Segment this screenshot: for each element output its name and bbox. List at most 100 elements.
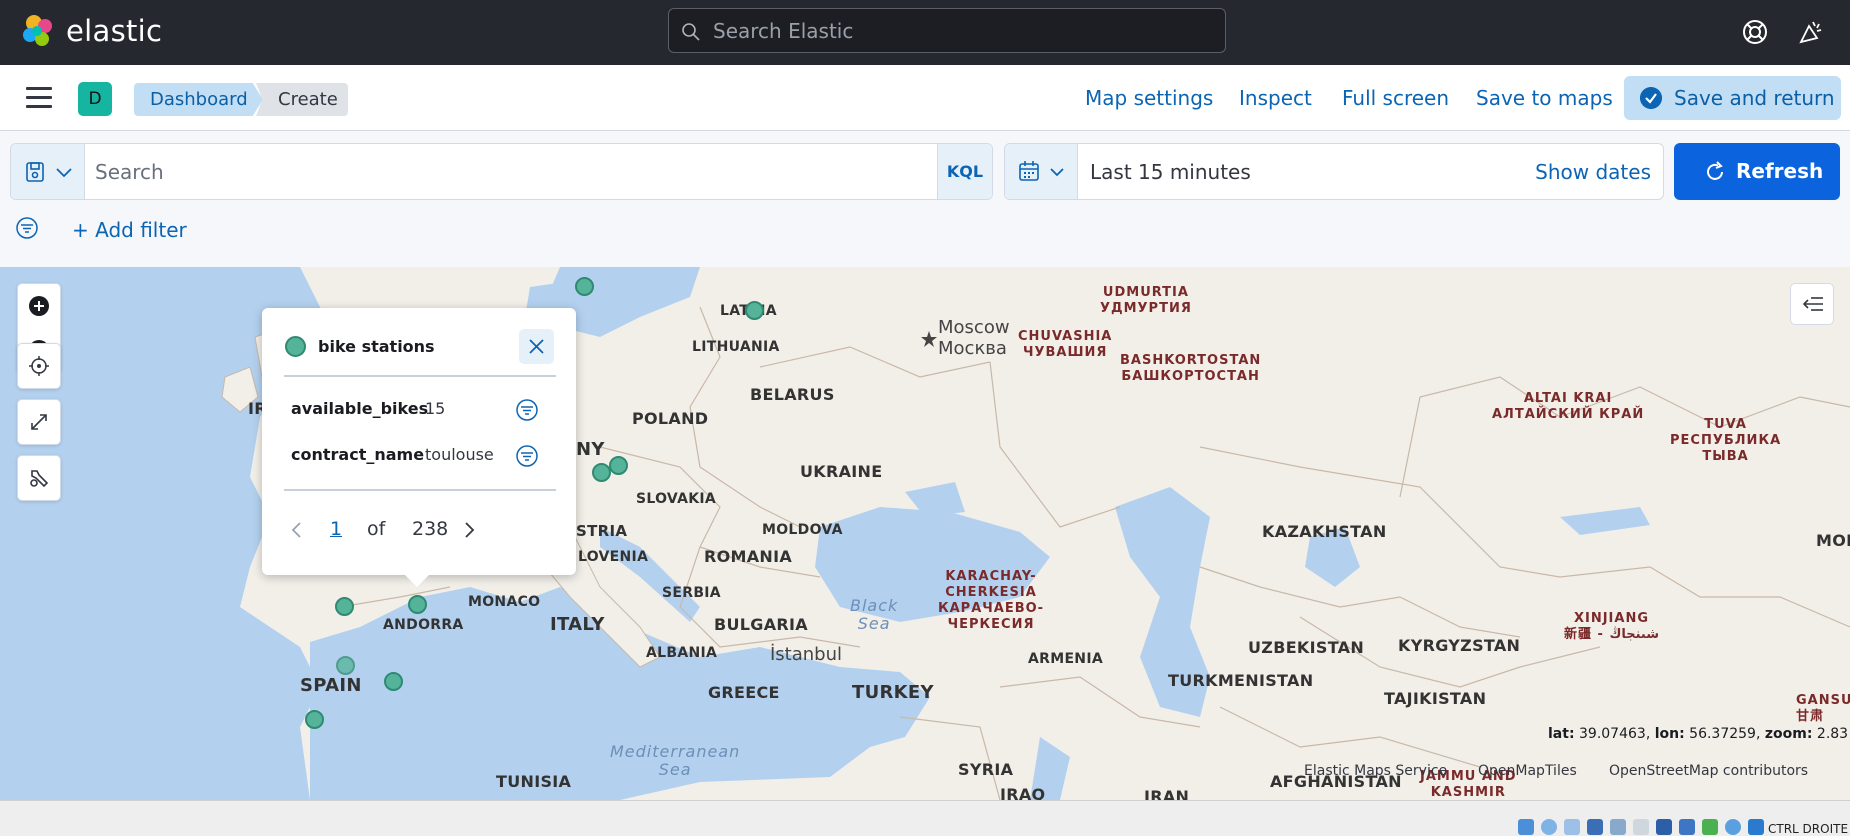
page-of-label: of (367, 518, 386, 540)
fit-to-data-button[interactable] (18, 400, 60, 444)
feature-tooltip: bike stations available_bikes 15 contrac… (262, 308, 576, 587)
label-syria: SYRIA (958, 760, 1014, 779)
label-turkey: TURKEY (852, 682, 934, 703)
tray-icon[interactable] (1587, 819, 1603, 835)
quick-menu-button[interactable] (1005, 144, 1078, 199)
tray-icon[interactable] (1541, 819, 1557, 835)
full-screen-link[interactable]: Full screen (1342, 86, 1449, 110)
chevron-left-icon[interactable] (290, 521, 304, 539)
menu-icon[interactable] (26, 87, 52, 109)
map-point[interactable] (336, 656, 355, 675)
tray-icon[interactable] (1564, 819, 1580, 835)
label-slovenia-partial: LOVENIA (578, 549, 649, 565)
label-mongolia-partial: MON (1816, 531, 1850, 550)
label-chuvashia: CHUVASHIA ЧУВАШИЯ (1018, 329, 1113, 360)
attribution-ems[interactable]: Elastic Maps Service (1304, 763, 1447, 779)
breadcrumb-dashboard[interactable]: Dashboard (134, 83, 263, 116)
label-greece: GREECE (708, 683, 780, 702)
zoom-in-button[interactable] (18, 284, 60, 328)
map-point[interactable] (335, 597, 354, 616)
field-value: toulouse (425, 445, 494, 464)
label-serbia: SERBIA (662, 585, 721, 601)
refresh-button[interactable]: Refresh (1674, 143, 1840, 200)
host-taskbar: CTRL DROITE (0, 800, 1850, 836)
query-input[interactable] (95, 144, 935, 199)
label-germany-partial: NY (576, 439, 605, 460)
label-austria-partial: STRIA (576, 522, 628, 540)
inspect-link[interactable]: Inspect (1239, 86, 1312, 110)
tray-icon[interactable] (1679, 819, 1695, 835)
global-search-input[interactable] (713, 9, 1213, 52)
chevron-right-icon[interactable] (462, 521, 476, 539)
brand-name[interactable]: elastic (66, 14, 162, 48)
tools-button[interactable] (18, 456, 60, 500)
tray-icon[interactable] (1518, 819, 1534, 835)
label-tunisia: TUNISIA (496, 772, 572, 791)
breadcrumb-create: Create (256, 83, 348, 116)
add-filter-button[interactable]: + Add filter (72, 218, 187, 242)
tooltip-layer-name: bike stations (318, 337, 435, 356)
filter-icon[interactable] (515, 444, 539, 468)
map-point[interactable] (408, 595, 427, 614)
label-ukraine: UKRAINE (800, 462, 883, 481)
label-poland: POLAND (632, 409, 709, 428)
label-kyrgyzstan: KYRGYZSTAN (1398, 636, 1521, 655)
wrench-icon (30, 470, 49, 488)
tray-icon[interactable] (1748, 819, 1764, 835)
tools-control (17, 455, 61, 501)
label-spain: SPAIN (300, 675, 362, 696)
locate-control (17, 343, 61, 389)
attribution-openmaptiles[interactable]: OpenMapTiles (1478, 763, 1577, 779)
label-kazakhstan: KAZAKHSTAN (1262, 522, 1387, 541)
map-point[interactable] (609, 456, 628, 475)
space-avatar[interactable]: D (78, 82, 112, 116)
show-dates-link[interactable]: Show dates (1535, 160, 1651, 184)
layer-control-button[interactable] (1790, 283, 1834, 325)
tooltip-close-button[interactable] (519, 329, 554, 364)
label-tajikistan: TAJIKISTAN (1384, 689, 1487, 708)
saved-query-menu[interactable] (11, 144, 85, 199)
filter-icon[interactable] (515, 398, 539, 422)
save-to-maps-link[interactable]: Save to maps (1476, 86, 1613, 110)
filter-menu-icon[interactable] (16, 217, 38, 239)
label-armenia: ARMENIA (1028, 651, 1103, 667)
newsfeed-icon[interactable] (1797, 18, 1825, 46)
time-range[interactable]: Last 15 minutes (1090, 160, 1251, 184)
label-moscow: Moscow (938, 317, 1010, 338)
current-page[interactable]: 1 (330, 518, 342, 540)
map-point[interactable] (592, 463, 611, 482)
label-black-sea: Black Sea (850, 596, 899, 633)
map-settings-link[interactable]: Map settings (1085, 86, 1213, 110)
map-point[interactable] (575, 277, 594, 296)
tray-icon[interactable] (1725, 819, 1741, 835)
chevron-down-icon (1050, 168, 1064, 177)
save-and-return-button[interactable]: Save and return (1624, 76, 1841, 120)
global-header: elastic (0, 0, 1850, 65)
elastic-logo-icon[interactable] (20, 13, 56, 49)
tray-icon[interactable] (1702, 819, 1718, 835)
label-udmurtia: UDMURTIA УДМУРТИЯ (1100, 285, 1192, 316)
label-iran: IRAN (1144, 787, 1190, 800)
label-romania: ROMANIA (704, 547, 793, 566)
help-icon[interactable] (1741, 18, 1769, 46)
tray-icon[interactable] (1633, 819, 1649, 835)
save-and-return-label: Save and return (1674, 86, 1835, 110)
calendar-icon (1019, 161, 1039, 181)
attribution-osm[interactable]: OpenStreetMap contributors (1609, 763, 1808, 779)
global-search[interactable] (668, 8, 1226, 53)
fit-bounds-control (17, 399, 61, 445)
tooltip-divider (284, 375, 556, 377)
host-key-label: CTRL DROITE (1768, 822, 1849, 836)
tray-icon[interactable] (1656, 819, 1672, 835)
query-language-button[interactable]: KQL (937, 144, 992, 199)
menu-left-icon (1802, 297, 1823, 311)
close-icon (529, 339, 544, 354)
map-point[interactable] (384, 672, 403, 691)
locate-button[interactable] (18, 344, 60, 388)
field-value: 15 (425, 399, 446, 418)
label-italy: ITALY (550, 614, 605, 635)
map-point[interactable] (305, 710, 324, 729)
label-bulgaria: BULGARIA (714, 615, 808, 634)
map-point[interactable] (745, 301, 764, 320)
tray-icon[interactable] (1610, 819, 1626, 835)
